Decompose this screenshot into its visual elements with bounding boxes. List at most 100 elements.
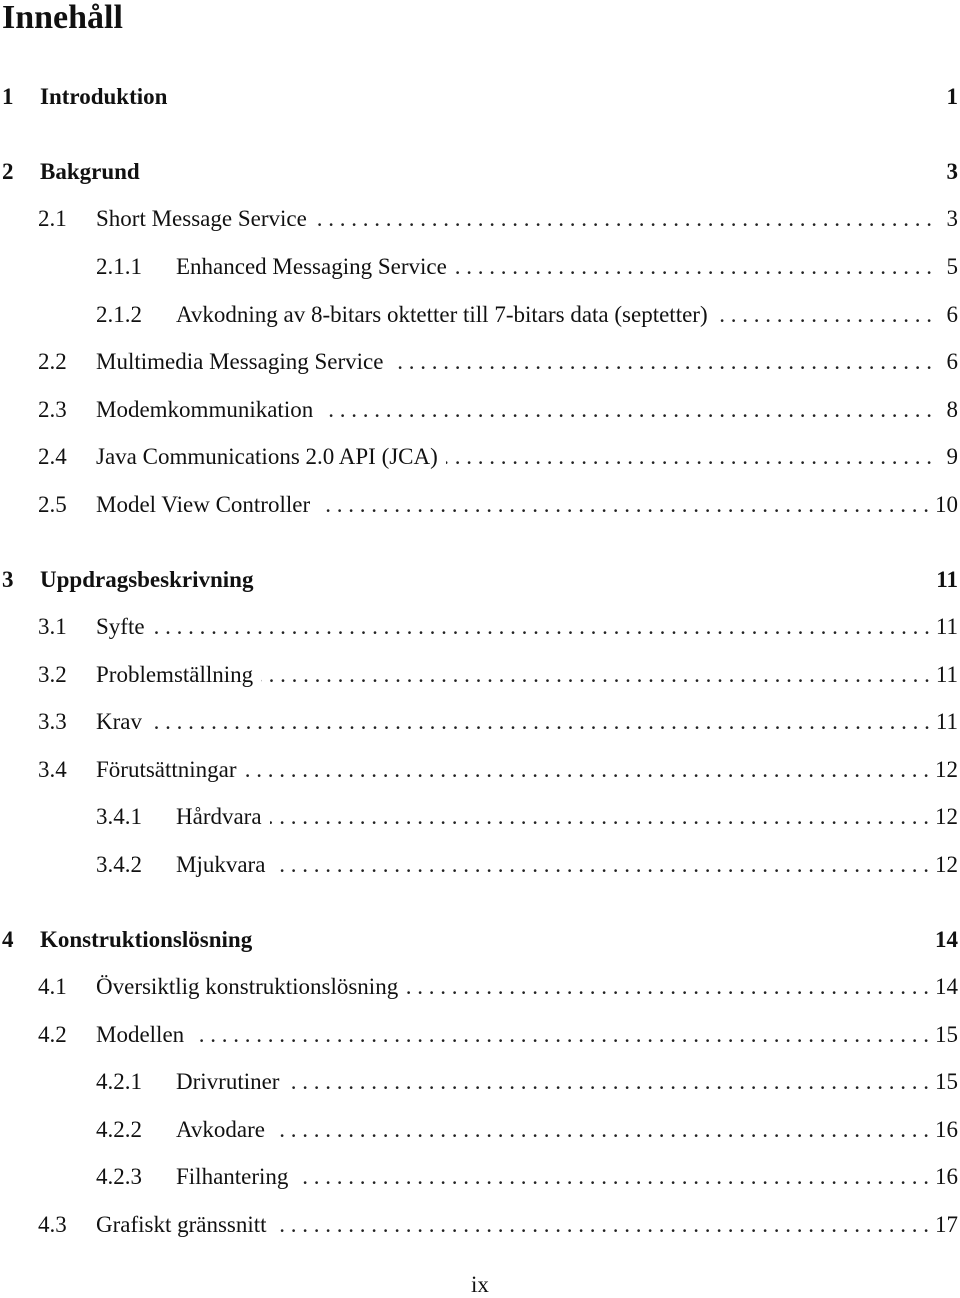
dot-leader: . . . . . . . . . . . . . . . . . . . . …	[391, 349, 932, 374]
entry-page-number[interactable]: 9	[938, 444, 959, 470]
entry-title[interactable]: Java Communications 2.0 API (JCA)	[96, 444, 438, 470]
entry-page-number[interactable]: 8	[938, 397, 959, 423]
dot-leader: . . . . . . . . . . . . . . . . . . . . …	[244, 757, 929, 782]
toc-entry-chapter[interactable]: 4 Konstruktionslösning 14	[0, 925, 958, 955]
toc-entry-section[interactable]: 2.2 Multimedia Messaging Service . . . . .…	[0, 347, 958, 377]
entry-title[interactable]: Bakgrund	[40, 159, 140, 185]
dot-leader: . . . . . . . . . . . . . . . . . . . . …	[716, 302, 932, 327]
entry-title[interactable]: Uppdragsbeskrivning	[40, 567, 253, 593]
entry-title[interactable]: Förutsättningar	[96, 757, 237, 783]
toc-entry-section[interactable]: 4.1 Översiktlig konstruktionslösning . . .…	[0, 972, 958, 1002]
toc-entry-subsection[interactable]: 4.2.3 Filhantering . . . . . . . . . . . .…	[0, 1162, 958, 1192]
entry-page-number[interactable]: 1	[938, 84, 959, 110]
dot-leader: . . . . . . . . . . . . . . . . . . . . …	[315, 206, 932, 231]
entry-page-number[interactable]: 11	[936, 709, 958, 735]
dot-leader: . . . . . . . . . . . . . . . . . . . . …	[273, 1117, 929, 1142]
toc-entry-chapter[interactable]: 3 Uppdragsbeskrivning 11	[0, 565, 958, 595]
entry-page-number[interactable]: 12	[935, 804, 958, 830]
entry-title[interactable]: Short Message Service	[96, 206, 307, 232]
entry-number: 3	[2, 567, 14, 592]
entry-number: 4.2.1	[96, 1069, 142, 1094]
toc-entry-section[interactable]: 3.3 Krav . . . . . . . . . . . . . . . . .…	[0, 707, 958, 737]
toc-entry-chapter[interactable]: 2 Bakgrund 3	[0, 157, 958, 187]
toc-entry-section[interactable]: 4.3 Grafiskt gränssnitt . . . . . . . . . …	[0, 1210, 958, 1240]
toc-entry-section[interactable]: 2.5 Model View Controller . . . . . . . . …	[0, 490, 958, 520]
entry-page-number[interactable]: 11	[936, 567, 958, 593]
entry-page-number[interactable]: 15	[935, 1022, 958, 1048]
entry-title[interactable]: Drivrutiner	[176, 1069, 279, 1095]
dot-leader: . . . . . . . . . . . . . . . . . . . . …	[153, 614, 930, 639]
toc-entry-subsection[interactable]: 3.4.1 Hårdvara . . . . . . . . . . . . . .…	[0, 802, 958, 832]
entry-title[interactable]: Grafiskt gränssnitt	[96, 1212, 267, 1238]
entry-title[interactable]: Modellen	[96, 1022, 184, 1048]
entry-page-number[interactable]: 5	[938, 254, 959, 280]
dot-leader: . . . . . . . . . . . . . . . . . . . . …	[321, 397, 932, 422]
dot-leader: . . . . . . . . . . . . . . . . . . . . …	[406, 974, 929, 999]
toc-entry-section[interactable]: 2.3 Modemkommunikation . . . . . . . . . .…	[0, 395, 958, 425]
entry-title[interactable]: Hårdvara	[176, 804, 262, 830]
entry-title[interactable]: Enhanced Messaging Service	[176, 254, 447, 280]
entry-title[interactable]: Filhantering	[176, 1164, 288, 1190]
entry-page-number[interactable]: 12	[935, 757, 958, 783]
entry-title[interactable]: Konstruktionslösning	[40, 927, 252, 953]
page-number: ix	[471, 1272, 489, 1297]
entry-page-number[interactable]: 10	[935, 492, 958, 518]
entry-page-number[interactable]: 16	[935, 1164, 958, 1190]
entry-title[interactable]: Modemkommunikation	[96, 397, 313, 423]
dot-leader: . . . . . . . . . . . . . . . . . . . . …	[454, 254, 932, 279]
entry-page-number[interactable]: 11	[936, 614, 958, 640]
toc-entry-subsection[interactable]: 4.2.1 Drivrutiner . . . . . . . . . . . . …	[0, 1067, 958, 1097]
entry-number: 3.1	[38, 614, 67, 639]
entry-page-number[interactable]: 17	[935, 1212, 958, 1238]
entry-page-number[interactable]: 3	[938, 159, 959, 185]
entry-number: 2	[2, 159, 14, 184]
entry-number: 2.3	[38, 397, 67, 422]
toc-entry-section[interactable]: 4.2 Modellen . . . . . . . . . . . . . . .…	[0, 1020, 958, 1050]
entry-title[interactable]: Avkodare	[176, 1117, 265, 1143]
entry-title[interactable]: Model View Controller	[96, 492, 310, 518]
entry-number: 4.2.3	[96, 1164, 142, 1189]
toc-entry-section[interactable]: 3.1 Syfte . . . . . . . . . . . . . . . . …	[0, 612, 958, 642]
entry-number: 4	[2, 927, 14, 952]
entry-title[interactable]: Introduktion	[40, 84, 167, 110]
toc-entry-chapter[interactable]: 1 Introduktion 1	[0, 82, 958, 112]
entry-number: 4.2.2	[96, 1117, 142, 1142]
entry-number: 3.3	[38, 709, 67, 734]
entry-number: 4.1	[38, 974, 67, 999]
entry-page-number[interactable]: 6	[938, 302, 959, 328]
entry-page-number[interactable]: 6	[938, 349, 959, 375]
toc-entry-subsection[interactable]: 2.1.1 Enhanced Messaging Service . . . . .…	[0, 252, 958, 282]
toc-entry-subsection[interactable]: 4.2.2 Avkodare . . . . . . . . . . . . . .…	[0, 1115, 958, 1145]
entry-page-number[interactable]: 14	[935, 927, 958, 953]
toc-entry-section[interactable]: 3.2 Problemställning . . . . . . . . . . .…	[0, 660, 958, 690]
entry-title[interactable]: Mjukvara	[176, 852, 265, 878]
entry-page-number[interactable]: 11	[936, 662, 958, 688]
entry-page-number[interactable]: 12	[935, 852, 958, 878]
entry-number: 3.2	[38, 662, 67, 687]
dot-leader: . . . . . . . . . . . . . . . . . . . . …	[287, 1069, 929, 1094]
entry-number: 3.4.1	[96, 804, 142, 829]
dot-leader: . . . . . . . . . . . . . . . . . . . . …	[275, 1212, 929, 1237]
dot-leader: . . . . . . . . . . . . . . . . . . . . …	[296, 1164, 929, 1189]
entry-title[interactable]: Syfte	[96, 614, 145, 640]
entry-title[interactable]: Problemställning	[96, 662, 253, 688]
entry-title[interactable]: Krav	[96, 709, 142, 735]
toc-entry-subsection[interactable]: 3.4.2 Mjukvara . . . . . . . . . . . . . .…	[0, 850, 958, 880]
toc-entry-section[interactable]: 2.1 Short Message Service . . . . . . . . …	[0, 204, 958, 234]
entry-title[interactable]: Multimedia Messaging Service	[96, 349, 383, 375]
entry-number: 2.5	[38, 492, 67, 517]
toc-entry-section[interactable]: 2.4 Java Communications 2.0 API (JCA) . . …	[0, 442, 958, 472]
entry-page-number[interactable]: 14	[935, 974, 958, 1000]
entry-title[interactable]: Avkodning av 8-bitars oktetter till 7-bi…	[176, 302, 708, 328]
entry-title[interactable]: Översiktlig konstruktionslösning	[96, 974, 398, 1000]
toc-entry-section[interactable]: 3.4 Förutsättningar . . . . . . . . . . . …	[0, 755, 958, 785]
toc-entry-subsection[interactable]: 2.1.2 Avkodning av 8-bitars oktetter till…	[0, 300, 958, 330]
entry-number: 2.2	[38, 349, 67, 374]
entry-page-number[interactable]: 15	[935, 1069, 958, 1095]
dot-leader: . . . . . . . . . . . . . . . . . . . . …	[273, 852, 929, 877]
entry-page-number[interactable]: 16	[935, 1117, 958, 1143]
entry-number: 2.1	[38, 206, 67, 231]
entry-page-number[interactable]: 3	[938, 206, 959, 232]
dot-leader: . . . . . . . . . . . . . . . . . . . . …	[446, 444, 932, 469]
dot-leader: . . . . . . . . . . . . . . . . . . . . …	[270, 804, 929, 829]
